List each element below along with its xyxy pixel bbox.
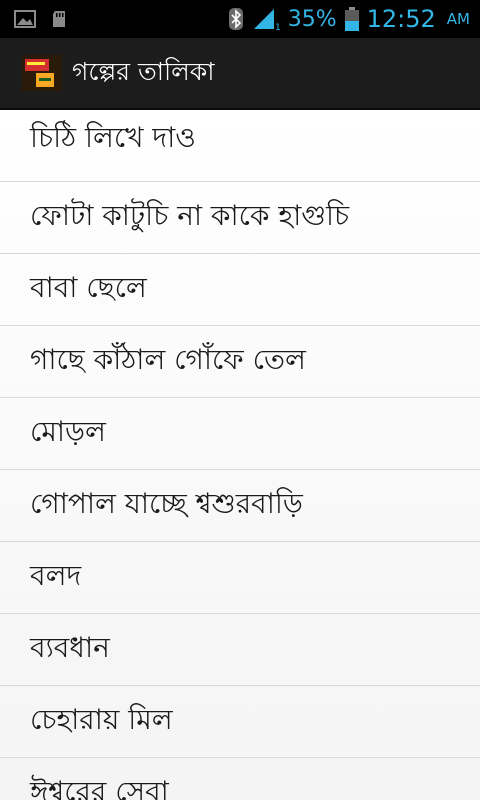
app-logo-icon[interactable] [22,53,62,93]
status-bar: 1 35% 12:52 AM [0,0,480,38]
story-list: চিঠি লিখে দাও ফোটা কাটুচি না কাকে হাগুচি… [0,110,480,800]
status-left [0,10,228,28]
battery-icon [344,7,359,31]
page-title: গল্পের তালিকা [72,56,215,86]
list-item[interactable]: ঈশ্বরের সেবা [0,758,480,800]
bluetooth-icon [228,7,244,31]
svg-text:1: 1 [275,23,280,31]
battery-percent: 35% [287,6,337,32]
list-item[interactable]: গাছে কাঁঠাল গোঁফে তেল [0,326,480,398]
list-item[interactable]: চিঠি লিখে দাও [0,110,480,182]
action-bar: গল্পের তালিকা [0,38,480,110]
image-icon [14,10,36,28]
list-item[interactable]: বলদ [0,542,480,614]
sd-card-icon [52,10,66,28]
clock-time: 12:52 [366,5,436,33]
signal-icon: 1 [252,7,280,31]
list-item[interactable]: গোপাল যাচ্ছে শ্বশুরবাড়ি [0,470,480,542]
list-item[interactable]: মোড়ল [0,398,480,470]
status-right: 1 35% 12:52 AM [228,5,480,33]
list-item[interactable]: চেহারায় মিল [0,686,480,758]
list-item[interactable]: ফোটা কাটুচি না কাকে হাগুচি [0,182,480,254]
clock-ampm: AM [446,10,470,28]
list-item[interactable]: বাবা ছেলে [0,254,480,326]
list-item[interactable]: ব্যবধান [0,614,480,686]
